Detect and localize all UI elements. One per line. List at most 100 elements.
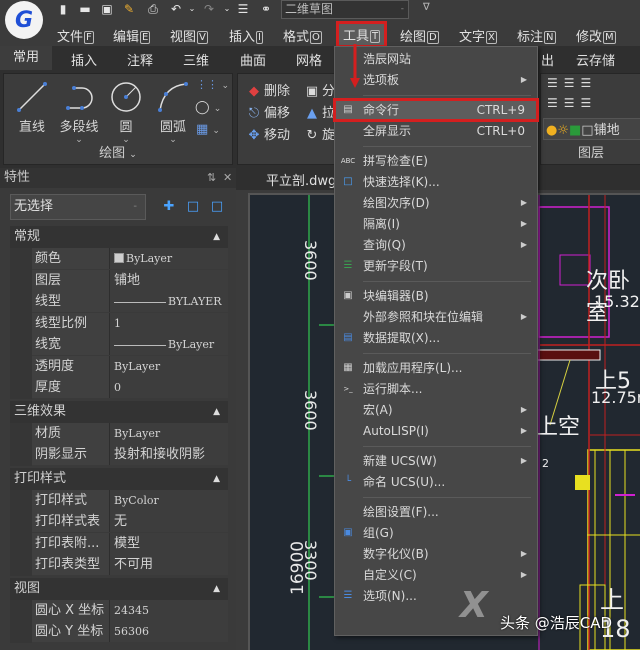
menu-dimension[interactable]: 标注 N	[517, 26, 556, 45]
collapse-icon[interactable]: ▲	[213, 226, 220, 248]
property-value[interactable]: ByLayer	[110, 422, 228, 444]
polyline-tool[interactable]: 多段线 ⌄	[55, 80, 103, 145]
property-value[interactable]: 56306	[110, 621, 228, 642]
menu-item[interactable]: 浩辰网站	[335, 49, 537, 69]
category-header[interactable]: 打印样式 ▲	[10, 467, 228, 490]
add-selection-icon[interactable]: ✚	[158, 196, 180, 218]
circle-tool[interactable]: 圆 ⌄	[102, 80, 150, 145]
menu-item[interactable]: 选项板 ▶	[335, 70, 537, 90]
undo-icon[interactable]: ↶	[168, 2, 184, 16]
tab-annotate[interactable]: 注释	[127, 50, 153, 69]
property-row[interactable]: 线宽 ByLayer	[32, 334, 228, 355]
menu-item[interactable]: ABC 拼写检查(E)	[335, 151, 537, 171]
collapse-icon[interactable]: ▲	[213, 401, 220, 423]
menu-item[interactable]: 绘图次序(D) ▶	[335, 193, 537, 213]
menu-item[interactable]: AutoLISP(I) ▶	[335, 421, 537, 441]
layer-dropdown[interactable]: ●☼■□铺地	[543, 118, 640, 140]
property-row[interactable]: 线型 BYLAYER	[32, 291, 228, 312]
tab-surface[interactable]: 曲面	[240, 50, 266, 69]
category-header[interactable]: 常规 ▲	[10, 226, 228, 248]
menu-insert[interactable]: 插入 I	[229, 26, 263, 45]
category-header[interactable]: 三维效果 ▲	[10, 400, 228, 423]
move-tool[interactable]: ✥ 移动	[246, 124, 290, 143]
layer-tools-row2[interactable]: ☰☰☰	[547, 96, 597, 110]
explode-tool[interactable]: ▣ 分	[304, 80, 335, 99]
layer-tools-row1[interactable]: ☰☰☰	[547, 76, 597, 90]
selection-dropdown[interactable]: 无选择 -	[10, 194, 146, 220]
menu-item[interactable]: ▤ 命令行 CTRL+9	[333, 98, 539, 122]
property-row[interactable]: 打印样式表无	[32, 511, 228, 532]
menu-item[interactable]: 宏(A) ▶	[335, 400, 537, 420]
menu-item[interactable]: ▦ 加载应用程序(L)...	[335, 358, 537, 378]
menu-edit[interactable]: 编辑 E	[113, 26, 151, 45]
menu-item[interactable]: 新建 UCS(W) ▶	[335, 451, 537, 471]
print-icon[interactable]: ⎙	[145, 2, 161, 16]
property-value[interactable]: 铺地	[110, 269, 228, 291]
menu-item[interactable]: └ 命名 UCS(U)...	[335, 472, 537, 492]
rotate-tool[interactable]: ↻ 旋	[304, 124, 335, 143]
menu-item[interactable]: 数字化仪(B) ▶	[335, 544, 537, 564]
menu-item[interactable]: 外部参照和块在位编辑 ▶	[335, 307, 537, 327]
property-row[interactable]: 打印样式 ByColor	[32, 489, 228, 511]
line-tool[interactable]: 直线	[8, 80, 56, 135]
property-row[interactable]: 透明度 ByLayer	[32, 355, 228, 377]
property-value[interactable]: 0	[110, 377, 228, 398]
ellipse-icon[interactable]: ◯ ⌄	[195, 100, 221, 115]
menu-text[interactable]: 文字 X	[459, 26, 497, 45]
property-value[interactable]: 24345	[110, 599, 228, 621]
select-objects-icon[interactable]: □	[182, 196, 204, 218]
headset-icon[interactable]: ⚭	[258, 2, 274, 16]
save-icon[interactable]: ▣	[100, 2, 114, 16]
menu-item[interactable]: □ 快速选择(K)...	[335, 172, 537, 192]
app-logo[interactable]: G	[5, 1, 43, 39]
undo-dropdown-icon[interactable]: ⌄	[188, 2, 196, 16]
redo-icon[interactable]: ↷	[201, 2, 217, 16]
menu-item[interactable]: 查询(Q) ▶	[335, 235, 537, 255]
property-value[interactable]: 1	[110, 312, 228, 334]
category-header[interactable]: 视图 ▲	[10, 577, 228, 600]
property-value[interactable]: ByLayer	[110, 334, 228, 355]
menu-item[interactable]: 隔离(I) ▶	[335, 214, 537, 234]
open-folder-icon[interactable]: ▬	[77, 2, 93, 16]
document-tab[interactable]: 平立剖.dwg	[266, 170, 336, 189]
property-row[interactable]: 颜色 ByLayer	[32, 248, 228, 269]
menu-item[interactable]: ☰ 更新字段(T)	[335, 256, 537, 276]
layers-icon[interactable]: ☰	[235, 2, 251, 16]
save-as-icon[interactable]: ✎	[121, 2, 137, 16]
menu-item[interactable]: 自定义(C) ▶	[335, 565, 537, 585]
property-value[interactable]: 无	[110, 511, 228, 532]
offset-tool[interactable]: ⎋ 偏移	[246, 102, 290, 121]
workspace-select[interactable]: 二维草图 -	[281, 0, 409, 19]
property-row[interactable]: 打印表附... 模型	[32, 532, 228, 554]
stretch-tool[interactable]: ▲ 拉	[304, 102, 335, 121]
menu-item[interactable]: 全屏显示 CTRL+0	[335, 121, 537, 141]
close-icon[interactable]: ✕	[223, 168, 232, 188]
pin-icon[interactable]: ⇅	[207, 168, 216, 188]
property-value[interactable]: ByLayer	[110, 248, 228, 269]
point-icon[interactable]: ⋮⋮ ⌄	[196, 78, 229, 91]
property-row[interactable]: 阴影显示 投射和接收阴影	[32, 444, 228, 465]
redo-dropdown-icon[interactable]: ⌄	[223, 2, 231, 16]
collapse-icon[interactable]: ▲	[213, 468, 220, 490]
menu-modify[interactable]: 修改 M	[576, 26, 616, 45]
tab-3d[interactable]: 三维	[183, 50, 209, 69]
menu-tools[interactable]: 工具 T	[335, 21, 388, 48]
menu-file[interactable]: 文件 F	[57, 26, 94, 45]
tab-cloud-storage[interactable]: 云存储	[576, 50, 615, 69]
new-file-icon[interactable]: ▮	[56, 2, 70, 16]
erase-tool[interactable]: ◆ 删除	[246, 80, 290, 99]
collapse-icon[interactable]: ▲	[213, 578, 220, 600]
menu-item[interactable]: ▣ 块编辑器(B)	[335, 286, 537, 306]
property-row[interactable]: 圆心 Y 坐标 56306	[32, 621, 228, 642]
property-row[interactable]: 图层 铺地	[32, 269, 228, 291]
menu-item[interactable]: >_ 运行脚本...	[335, 379, 537, 399]
property-value[interactable]: BYLAYER	[110, 291, 228, 312]
menu-item[interactable]: ▣ 组(G)	[335, 523, 537, 543]
property-row[interactable]: 材质 ByLayer	[32, 422, 228, 444]
arc-tool[interactable]: 圆弧 ⌄	[149, 80, 197, 145]
tab-output[interactable]: 出	[541, 50, 554, 69]
property-row[interactable]: 打印表类型 不可用	[32, 554, 228, 575]
menu-view[interactable]: 视图 V	[170, 26, 208, 45]
property-value[interactable]: 模型	[110, 532, 228, 554]
property-value[interactable]: ByLayer	[110, 355, 228, 377]
